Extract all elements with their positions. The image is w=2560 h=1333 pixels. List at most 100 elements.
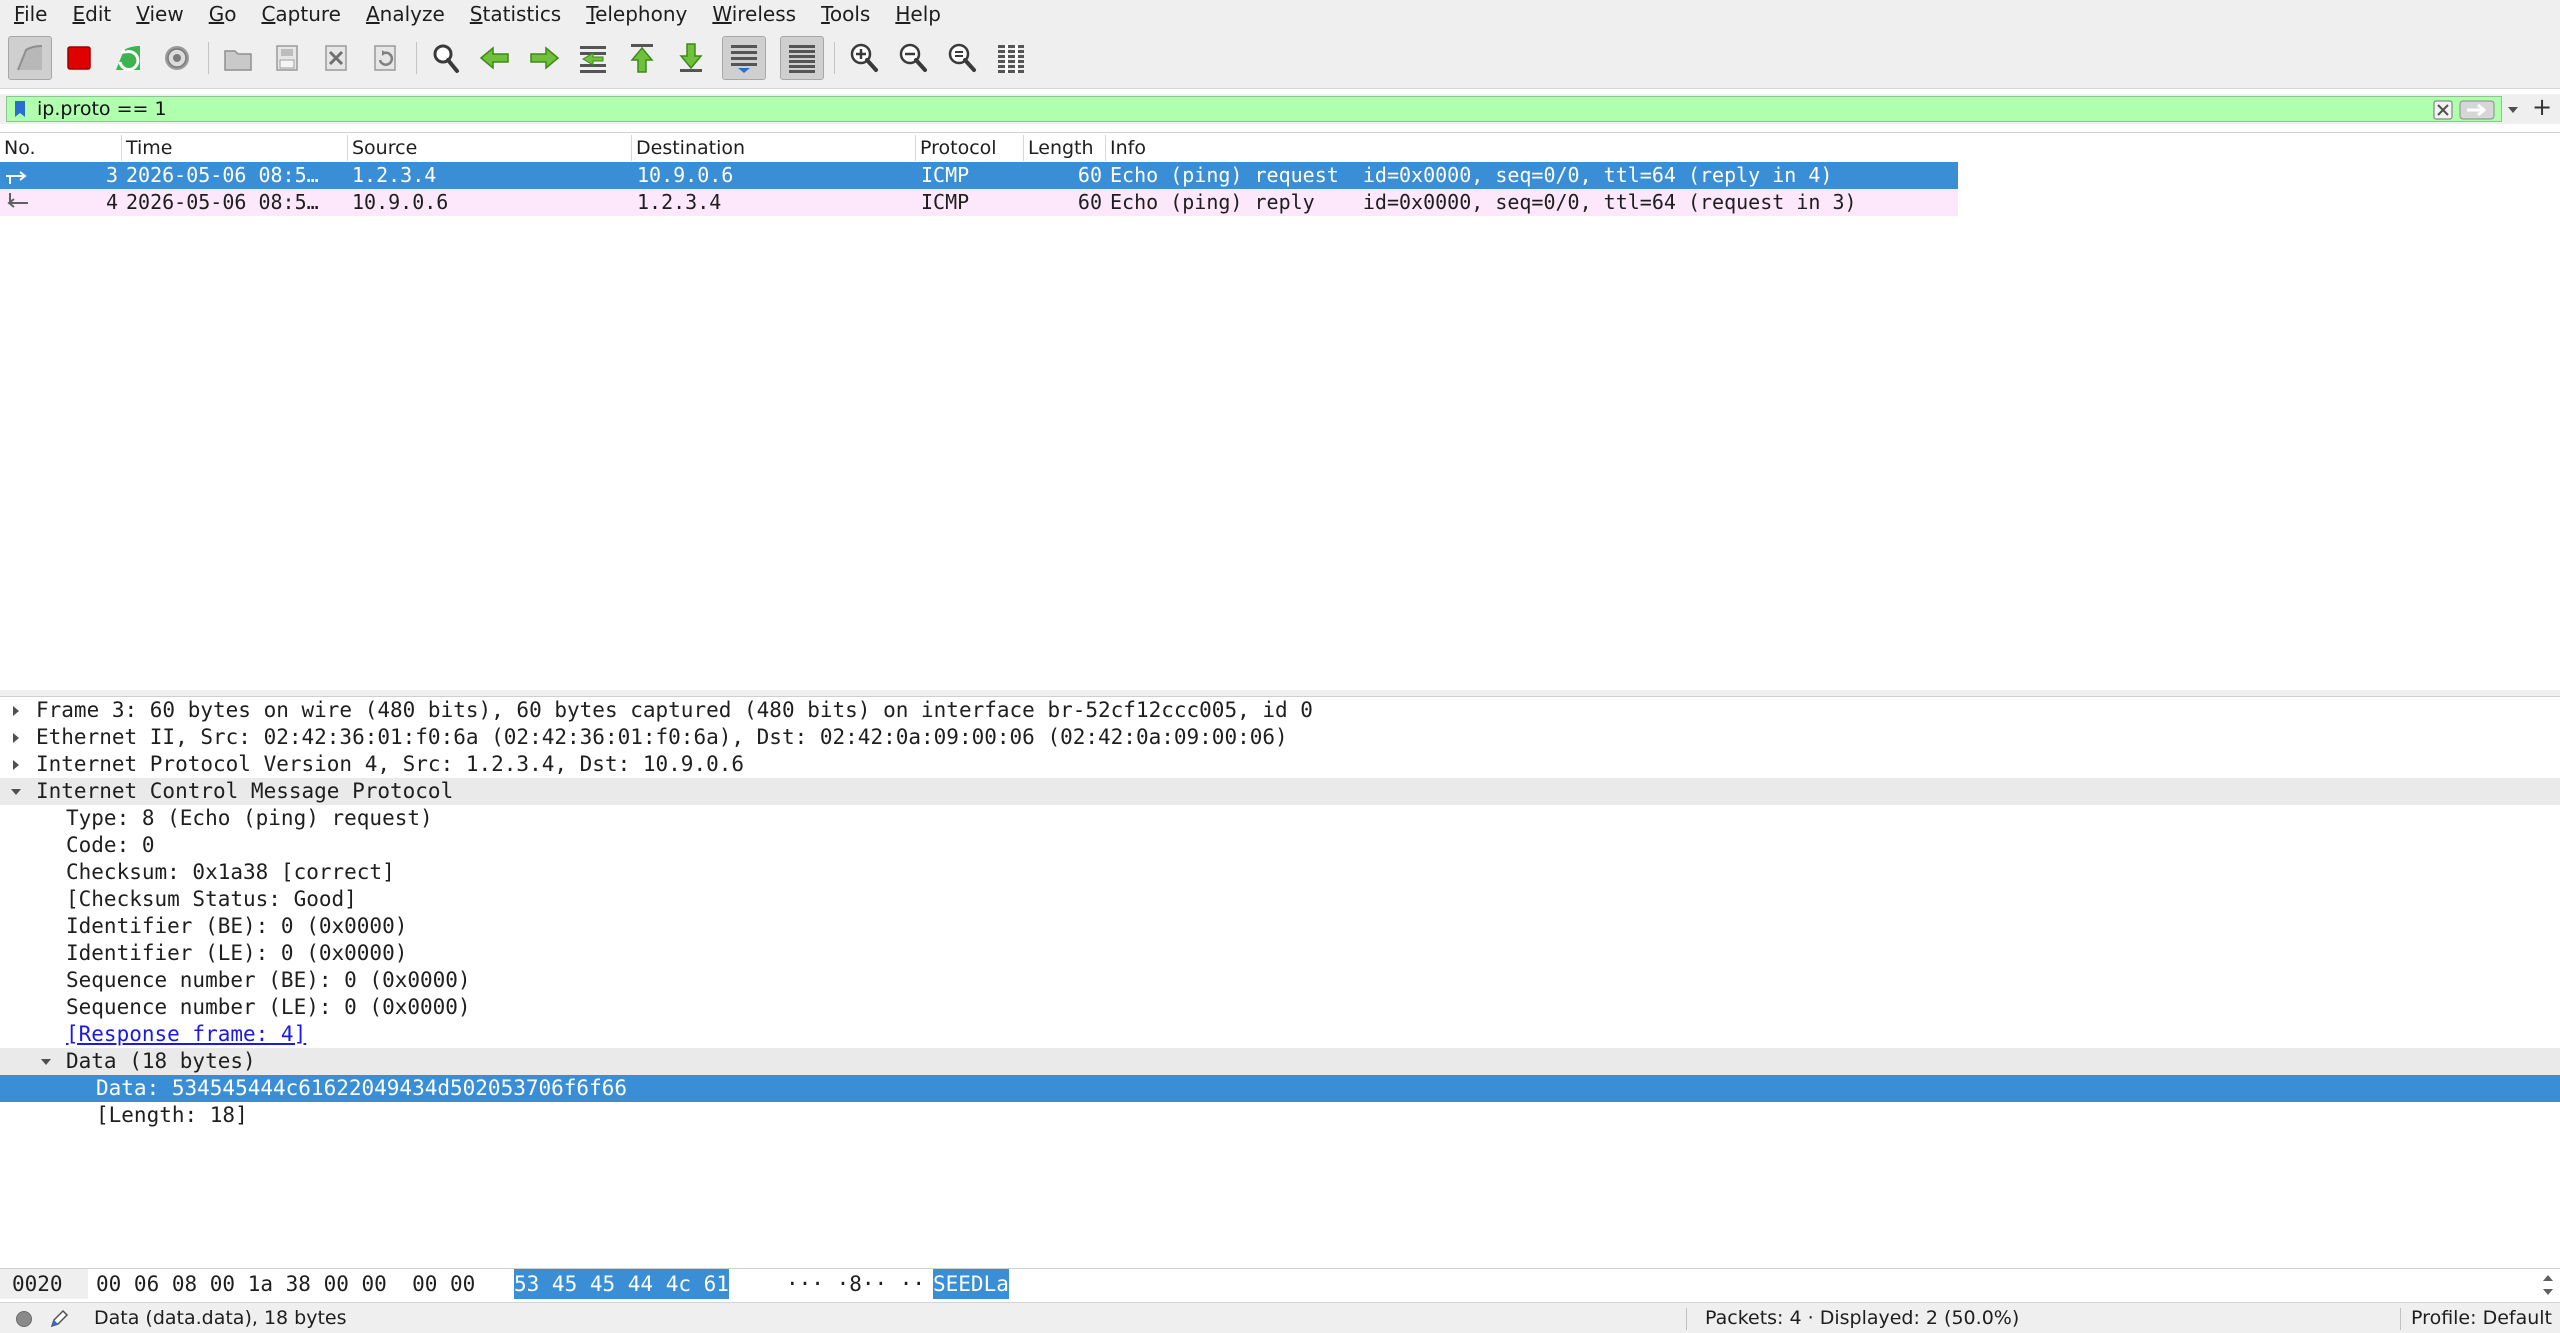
column-header-no[interactable]: No.	[0, 135, 122, 161]
restart-capture-icon[interactable]	[106, 36, 150, 80]
column-header-destination[interactable]: Destination	[632, 135, 916, 161]
bytes-ascii-selected[interactable]: SEEDLa	[933, 1269, 1009, 1299]
find-packet-icon[interactable]	[424, 36, 468, 80]
column-header-length[interactable]: Length	[1024, 135, 1106, 161]
zoom-in-icon[interactable]	[842, 36, 886, 80]
column-header-protocol[interactable]: Protocol	[916, 135, 1024, 161]
tree-item-seq-le[interactable]: Sequence number (LE): 0 (0x0000)	[0, 994, 2560, 1021]
expand-arrow-icon[interactable]	[10, 732, 22, 744]
cell-destination: 10.9.0.6	[637, 163, 734, 187]
go-forward-icon[interactable]	[522, 36, 566, 80]
scroll-arrows-icon[interactable]	[2540, 1271, 2556, 1299]
cell-protocol: ICMP	[921, 190, 970, 214]
tree-item-data[interactable]: Data (18 bytes)	[0, 1048, 2560, 1075]
capture-options-icon[interactable]	[155, 36, 199, 80]
tree-item-seq-be[interactable]: Sequence number (BE): 0 (0x0000)	[0, 967, 2560, 994]
normal-size-icon[interactable]	[940, 36, 984, 80]
cell-length: 60	[1077, 163, 1102, 187]
menu-wireless[interactable]: Wireless	[698, 0, 807, 28]
menu-edit[interactable]: Edit	[58, 0, 122, 28]
collapse-arrow-icon[interactable]	[40, 1056, 52, 1068]
apply-arrow-icon[interactable]	[2459, 100, 2495, 120]
menu-view[interactable]: View	[122, 0, 194, 28]
tree-item-data-length[interactable]: [Length: 18]	[0, 1102, 2560, 1129]
packet-list-header: No. Time Source Destination Protocol Len…	[0, 135, 2560, 161]
cell-destination: 1.2.3.4	[637, 190, 722, 214]
bookmark-icon[interactable]	[13, 100, 27, 118]
cell-time: 2026-05-06 08:5…	[126, 190, 319, 214]
status-bar: Data (data.data), 18 bytes Packets: 4 · …	[0, 1302, 2560, 1333]
colorize-icon[interactable]	[780, 36, 824, 80]
status-field-info: Data (data.data), 18 bytes	[94, 1307, 347, 1329]
resize-columns-icon[interactable]	[989, 36, 1033, 80]
capture-comment-icon[interactable]	[48, 1308, 70, 1330]
tree-item-icmp[interactable]: Internet Control Message Protocol	[0, 778, 2560, 805]
response-frame-link[interactable]: [Response frame: 4]	[66, 1021, 306, 1048]
cell-source: 1.2.3.4	[352, 163, 437, 187]
go-to-packet-icon[interactable]	[571, 36, 615, 80]
bytes-ascii[interactable]: ··· ·8·· ··	[786, 1269, 925, 1299]
bytes-hex[interactable]: 00 06 08 00 1a 38 00 00 00 00	[96, 1269, 475, 1299]
cell-no: 4	[105, 190, 118, 214]
menu-help[interactable]: Help	[881, 0, 952, 28]
bytes-offset: 0020	[12, 1272, 63, 1296]
status-packet-counts: Packets: 4 · Displayed: 2 (50.0%)	[1705, 1307, 2020, 1329]
menu-capture[interactable]: Capture	[247, 0, 352, 28]
column-header-source[interactable]: Source	[348, 135, 632, 161]
display-filter-box	[6, 96, 2518, 122]
zoom-out-icon[interactable]	[891, 36, 935, 80]
save-file-icon[interactable]	[265, 36, 309, 80]
add-filter-button[interactable]: +	[2530, 95, 2554, 119]
reload-file-icon[interactable]	[363, 36, 407, 80]
display-filter-input[interactable]	[37, 97, 2397, 121]
cell-source: 10.9.0.6	[352, 190, 449, 214]
bytes-hex-selected[interactable]: 53 45 45 44 4c 61	[514, 1269, 729, 1299]
collapse-arrow-icon[interactable]	[10, 786, 22, 798]
column-header-info[interactable]: Info	[1106, 135, 2560, 161]
tree-item-ethernet[interactable]: Ethernet II, Src: 02:42:36:01:f0:6a (02:…	[0, 724, 2560, 751]
status-profile[interactable]: Profile: Default	[2411, 1303, 2552, 1333]
tree-item-identifier-be[interactable]: Identifier (BE): 0 (0x0000)	[0, 913, 2560, 940]
last-packet-icon[interactable]	[669, 36, 713, 80]
clear-icon[interactable]	[2433, 100, 2453, 120]
tree-item-icmp-code[interactable]: Code: 0	[0, 832, 2560, 859]
menu-telephony[interactable]: Telephony	[572, 0, 698, 28]
menu-go[interactable]: Go	[195, 0, 248, 28]
packet-bytes-pane: 0020 00 06 08 00 1a 38 00 00 00 00 53 45…	[0, 1268, 2560, 1301]
menu-statistics[interactable]: Statistics	[456, 0, 572, 28]
cell-time: 2026-05-06 08:5…	[126, 163, 319, 187]
first-packet-icon[interactable]	[620, 36, 664, 80]
menu-file[interactable]: File	[0, 0, 58, 28]
cell-no: 3	[105, 163, 118, 187]
column-header-time[interactable]: Time	[122, 135, 348, 161]
menu-analyze[interactable]: Analyze	[352, 0, 456, 28]
open-file-icon[interactable]	[216, 36, 260, 80]
packet-list: No. Time Source Destination Protocol Len…	[0, 132, 2560, 691]
main-toolbar	[0, 28, 2560, 89]
chevron-down-icon[interactable]	[2505, 102, 2521, 118]
shark-fin-start-icon[interactable]	[8, 36, 52, 80]
close-file-icon[interactable]	[314, 36, 358, 80]
packet-row[interactable]: 4 2026-05-06 08:5… 10.9.0.6 1.2.3.4 ICMP…	[0, 189, 1958, 216]
expert-info-led-icon[interactable]	[16, 1311, 32, 1327]
tree-item-data-value[interactable]: Data: 534545444c61622049434d502053706f6f…	[0, 1075, 2560, 1102]
go-back-icon[interactable]	[473, 36, 517, 80]
cell-info: Echo (ping) reply id=0x0000, seq=0/0, tt…	[1110, 190, 1857, 214]
tree-item-ip[interactable]: Internet Protocol Version 4, Src: 1.2.3.…	[0, 751, 2560, 778]
tree-item-checksum-status[interactable]: [Checksum Status: Good]	[0, 886, 2560, 913]
menu-tools[interactable]: Tools	[807, 0, 881, 28]
packet-details-tree: Frame 3: 60 bytes on wire (480 bits), 60…	[0, 696, 2560, 1263]
autoscroll-icon[interactable]	[722, 36, 766, 80]
tree-item-icmp-checksum[interactable]: Checksum: 0x1a38 [correct]	[0, 859, 2560, 886]
cell-length: 60	[1077, 190, 1102, 214]
expand-arrow-icon[interactable]	[10, 705, 22, 717]
tree-item-response-frame[interactable]: [Response frame: 4]	[0, 1021, 2560, 1048]
packet-row[interactable]: 3 2026-05-06 08:5… 1.2.3.4 10.9.0.6 ICMP…	[0, 162, 1958, 189]
stop-capture-icon[interactable]	[57, 36, 101, 80]
cell-protocol: ICMP	[921, 163, 970, 187]
tree-item-frame[interactable]: Frame 3: 60 bytes on wire (480 bits), 60…	[0, 697, 2560, 724]
tree-item-icmp-type[interactable]: Type: 8 (Echo (ping) request)	[0, 805, 2560, 832]
expand-arrow-icon[interactable]	[10, 759, 22, 771]
menu-bar: File Edit View Go Capture Analyze Statis…	[0, 0, 2560, 28]
tree-item-identifier-le[interactable]: Identifier (LE): 0 (0x0000)	[0, 940, 2560, 967]
